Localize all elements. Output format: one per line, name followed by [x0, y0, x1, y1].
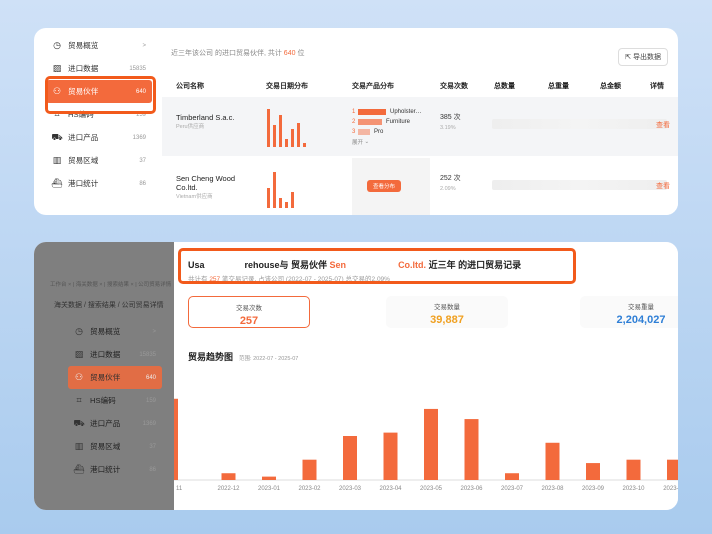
date-distribution-minichart	[265, 107, 325, 147]
chart-bar[interactable]	[262, 476, 276, 480]
port-icon: ⛴	[51, 178, 63, 188]
chart-icon: ▨	[74, 349, 84, 359]
export-button[interactable]: ⇱ 导出数据	[618, 48, 668, 66]
company-name[interactable]: Timberland S.a.c. Peru供应商	[176, 113, 256, 132]
chart-bar[interactable]	[505, 473, 519, 480]
chart-bar[interactable]	[221, 473, 236, 480]
chart-bar[interactable]	[626, 459, 641, 480]
x-tick-label: 2023-06	[460, 486, 483, 492]
trade-count: 385 次 3.19%	[440, 114, 461, 131]
blurred-values	[492, 180, 667, 190]
table-row: Sen Cheng Wood Co.ltd. Vietnam供应商 查看分布 25…	[162, 158, 678, 215]
chart-bar[interactable]	[424, 408, 438, 480]
sidebar-item-region[interactable]: ▥ 贸易区域 37	[68, 435, 162, 458]
chart-bar[interactable]	[383, 432, 398, 480]
x-tick-label: 2023-03	[339, 486, 362, 492]
view-link[interactable]: 查看	[656, 181, 670, 191]
sidebar: ◷ 贸易概览 > ▨ 进口数据 15835 ⚇ 贸易伙伴 640 ⌗ HS编码 159 ⛟ 进口产…	[68, 320, 162, 481]
trade-detail-panel: 工作台 × | 海关数据 × | 搜索结果 × | 公司贸易详情 海关数据 / …	[34, 242, 678, 510]
view-distribution-button[interactable]: 查看分布	[367, 180, 402, 192]
x-tick-label: 11	[176, 486, 183, 492]
chart-icon: ▨	[52, 63, 62, 73]
cart-icon: ⛟	[51, 131, 63, 142]
highlight-box	[45, 76, 156, 114]
trade-count: 252 次 2.09%	[440, 175, 461, 192]
chart-bar[interactable]	[545, 442, 560, 480]
x-tick-label: 2023-10	[622, 486, 645, 492]
trade-trend-chart: 11 2022-12 2023-01 2023-02 2023-03 2023-04 202…	[174, 398, 678, 492]
x-tick-label: 2023-11	[663, 486, 678, 492]
partners-panel: ◷ 贸易概览 > ▨ 进口数据 15835 ⚇ 贸易伙伴 640 ⌗ HS编码 159 ⛟ 进口产…	[34, 28, 678, 215]
summary-text: 近三年该公司 的进口贸易伙伴, 共计 640 位	[171, 50, 305, 57]
sidebar-item-ports[interactable]: ⛴ 港口统计 86	[68, 458, 162, 481]
sidebar-item-import-data[interactable]: ▨ 进口数据 15835	[68, 343, 162, 366]
company-name[interactable]: Sen Cheng Wood Co.ltd. Vietnam供应商	[176, 174, 256, 202]
sidebar-item-overview[interactable]: ◷ 贸易概览 >	[68, 320, 162, 343]
x-tick-label: 2022-12	[217, 486, 240, 492]
stat-trade-quantity[interactable]: 交易数量 39,887	[386, 296, 508, 328]
stat-trade-count[interactable]: 交易次数 257	[188, 296, 310, 328]
chart-bar[interactable]	[586, 463, 600, 480]
sidebar-item-ports[interactable]: ⛴ 港口统计 86	[46, 172, 152, 195]
sidebar-item-hs[interactable]: ⌗ HS编码 159	[68, 389, 162, 412]
highlight-box	[178, 248, 576, 284]
map-icon: ▥	[52, 155, 62, 165]
map-icon: ▥	[74, 441, 84, 451]
date-distribution-minichart	[265, 168, 325, 208]
port-icon: ⛴	[73, 464, 85, 474]
sidebar-item-products[interactable]: ⛟ 进口产品 1369	[68, 412, 162, 435]
product-distribution: 查看分布	[352, 158, 430, 215]
chart-bar[interactable]	[302, 459, 317, 480]
detail-main: Usa rehouse与 贸易伙伴 Sen Co.ltd. 近三年 的进口贸易记录 …	[174, 242, 678, 510]
expand-link[interactable]: 展开 ⌄	[352, 137, 432, 147]
hs-icon: ⌗	[76, 395, 82, 405]
partner-icon: ⚇	[74, 372, 84, 382]
sidebar-item-region[interactable]: ▥ 贸易区域 37	[46, 149, 152, 172]
x-tick-label: 2023-01	[258, 486, 281, 492]
tab-bar[interactable]: 工作台 × | 海关数据 × | 搜索结果 × | 公司贸易详情	[50, 280, 171, 288]
blurred-values	[492, 119, 667, 129]
table-header: 公司名称 交易日期分布 交易产品分布 交易次数 总数量 总重量 总金额 详情	[176, 83, 664, 90]
x-tick-label: 2023-08	[541, 486, 564, 492]
sidebar-item-overview[interactable]: ◷ 贸易概览 >	[46, 34, 152, 57]
cart-icon: ⛟	[73, 417, 85, 428]
clock-icon: ◷	[75, 326, 83, 336]
dimmed-sidebar-area: 工作台 × | 海关数据 × | 搜索结果 × | 公司贸易详情 海关数据 / …	[34, 242, 174, 510]
view-link[interactable]: 查看	[656, 120, 670, 130]
x-tick-label: 2023-09	[582, 486, 605, 492]
sidebar-item-products[interactable]: ⛟ 进口产品 1369	[46, 126, 152, 149]
clock-icon: ◷	[53, 40, 61, 50]
x-tick-label: 2023-04	[379, 486, 402, 492]
sidebar-item-partners[interactable]: ⚇ 贸易伙伴 640	[68, 366, 162, 389]
chart-bar[interactable]	[343, 436, 357, 480]
breadcrumb: 海关数据 / 搜索结果 / 公司贸易详情	[54, 302, 164, 309]
chart-bar[interactable]	[174, 398, 178, 480]
chart-bar[interactable]	[464, 419, 479, 480]
chart-bar[interactable]	[667, 459, 678, 480]
x-tick-label: 2023-07	[501, 486, 524, 492]
product-distribution: 1 Upholster… 2 Furniture 3 Pro 展开 ⌄	[352, 107, 432, 147]
sidebar: ◷ 贸易概览 > ▨ 进口数据 15835 ⚇ 贸易伙伴 640 ⌗ HS编码 159 ⛟ 进口产…	[46, 34, 152, 195]
table-row: Timberland S.a.c. Peru供应商 1 Upholster… 2 Fu…	[162, 97, 678, 156]
section-title: 贸易趋势图 范围: 2022-07 - 2025-07	[188, 352, 299, 362]
export-icon: ⇱	[625, 54, 632, 61]
stat-trade-weight[interactable]: 交易重量 2,204,027	[580, 296, 678, 328]
x-tick-label: 2023-02	[298, 486, 321, 492]
x-tick-label: 2023-05	[420, 486, 443, 492]
